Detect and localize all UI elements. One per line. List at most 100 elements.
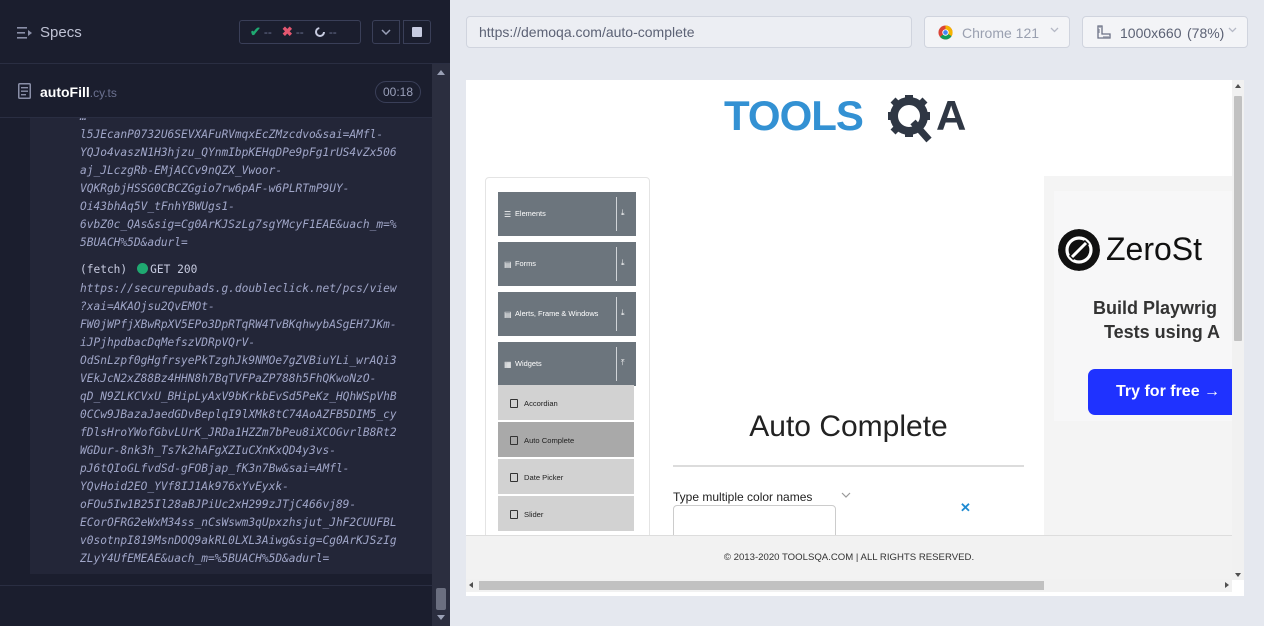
- scroll-thumb[interactable]: [436, 588, 446, 610]
- expand-icon: ⤓: [621, 258, 625, 267]
- aut-panel: https://demoqa.com/auto-complete Chrome …: [450, 0, 1264, 626]
- sidebar-item-label: Date Picker: [524, 473, 564, 482]
- expand-button[interactable]: [372, 20, 400, 44]
- scroll-thumb[interactable]: [479, 581, 1044, 590]
- log-line: OdSnLzpf0gHgfrsyePkTzghJk9NMOe7gZVBiuYLi…: [80, 354, 397, 367]
- expand-icon: ⤓: [621, 308, 625, 317]
- ad-brand: ZeroSt: [1106, 231, 1203, 267]
- toolsqa-logo[interactable]: TOOLS A: [724, 92, 976, 156]
- log-line: fDlsHroYWofGbvLUrK_JRDa1HZZm7bPeu8iXCOGv…: [80, 426, 397, 439]
- failed-stat: ✖ --: [272, 24, 304, 40]
- divider: [616, 347, 617, 381]
- zerostep-logo-icon: [1058, 229, 1100, 271]
- test-duration: 00:18: [375, 81, 422, 103]
- log-line: oFOu5Iw1B25Il28aBJPiUc2xH299zJTjC466vj89…: [80, 498, 357, 511]
- chevron-down-icon: [1050, 27, 1059, 33]
- command-log: … l5JEcanP0732U6SEVXAFuRVmqxEcZMzcdvo&sa…: [30, 118, 432, 574]
- log-line: aj_JLczgRb-EMjACCv9nQZX_Vwoor-: [80, 164, 283, 177]
- multi-color-label: Type multiple color names: [673, 490, 813, 504]
- app-frame: TOOLS A ☰ Elements ⤓ ▤ Forms ⤓ ▤ Alerts,…: [466, 80, 1244, 596]
- frame-vertical-scrollbar[interactable]: [1232, 80, 1244, 580]
- log-line: VEkJcN2xZ88Bz4HHN8h7BqTVFPaZP788h5FhQKwo…: [80, 372, 377, 385]
- reporter-panel: Specs ✔ -- ✖ -- -- autoFill.cy.ts 00:18 …: [0, 0, 450, 626]
- log-line: ?xai=AKAOjsu2QvEMOt-: [80, 300, 215, 313]
- html5-icon: [510, 436, 518, 445]
- log-line: 6vbZ0c_QAs&sig=Cg0ArKJSzLg7sgYMcyF1EAE&u…: [80, 218, 397, 231]
- specs-label[interactable]: Specs: [40, 24, 82, 41]
- sidebar-group-widgets[interactable]: ▦ Widgets ⤒: [498, 342, 636, 386]
- sidebar-group-elements[interactable]: ☰ Elements ⤓: [498, 192, 636, 236]
- log-line: ECorOFRG2eWxM34ss_nCsWswm3qUpxzhsjut_JhF…: [80, 516, 397, 529]
- frame-horizontal-scrollbar[interactable]: [466, 579, 1232, 592]
- group-icon: ☰: [504, 210, 512, 219]
- ad-headline-1: Build Playwrig: [1093, 298, 1218, 318]
- html5-icon: [510, 510, 518, 519]
- sidebar-item-auto-complete[interactable]: Auto Complete: [498, 422, 634, 458]
- viewport-zoom: (78%): [1187, 25, 1225, 41]
- scroll-left-icon[interactable]: [469, 582, 473, 588]
- test-name: autoFill: [40, 84, 90, 100]
- spinner-icon: [314, 27, 325, 37]
- group-icon: ▦: [504, 360, 512, 369]
- log-line: qD_N9ZLKCVxU_BHipLyAxV9bKrkbEvSd5PeKz_HQ…: [80, 390, 397, 403]
- chevron-down-icon: [381, 29, 391, 35]
- title-divider: [673, 465, 1024, 467]
- chrome-icon: [938, 25, 953, 40]
- list-icon[interactable]: [17, 26, 33, 40]
- reporter-header: Specs ✔ -- ✖ -- --: [0, 0, 450, 64]
- viewport-selector[interactable]: 1000x660 (78%): [1082, 16, 1248, 48]
- document-icon: [18, 83, 31, 99]
- scroll-down-icon[interactable]: [1235, 573, 1241, 577]
- pending-stat: --: [304, 25, 337, 39]
- passed-count: --: [263, 25, 272, 39]
- chevron-down-icon: [841, 492, 851, 498]
- ad-banner[interactable]: ZeroSt Build Playwrig Tests using A Try …: [1044, 176, 1244, 536]
- test-title: autoFill.cy.ts: [40, 84, 117, 100]
- scroll-up-icon[interactable]: [1235, 84, 1241, 88]
- scroll-up-icon[interactable]: [437, 70, 445, 75]
- status-dot-icon: [137, 263, 149, 274]
- log-line: ZLyY4UfEMEAE&uach_m=%5BUACH%5D&adurl=: [80, 552, 330, 565]
- fetch-command[interactable]: (fetch) GET 200: [80, 261, 197, 279]
- divider: [616, 297, 617, 331]
- viewport-size: 1000x660: [1120, 25, 1182, 41]
- stop-button[interactable]: [403, 20, 431, 44]
- log-line: l5JEcanP0732U6SEVXAFuRVmqxEcZMzcdvo&sai=…: [80, 128, 384, 141]
- sidebar-group-label: Alerts, Frame & Windows: [515, 309, 599, 318]
- sidebar-group-alerts[interactable]: ▤ Alerts, Frame & Windows ⤓: [498, 292, 636, 336]
- passed-stat: ✔ --: [240, 24, 272, 40]
- log-line: FW0jWPfjXBwRpXV5EPo3DpRTqRW4TvBKqhwybASg…: [80, 318, 397, 331]
- log-line: 5BUACH%5D&adurl=: [80, 236, 188, 249]
- log-line: YQvHoid2EO_YVf8IJ1Ak976xYvEyxk-: [80, 480, 289, 493]
- scroll-right-icon[interactable]: [1225, 582, 1229, 588]
- log-line: Oi43bhAq5V_tFnhYBWUgs1-: [80, 200, 235, 213]
- reporter-scrollbar[interactable]: [432, 64, 450, 626]
- sidebar-item-label: Accordian: [524, 399, 558, 408]
- browser-selector[interactable]: Chrome 121: [924, 16, 1070, 48]
- sidebar: ☰ Elements ⤓ ▤ Forms ⤓ ▤ Alerts, Frame & Window…: [485, 177, 650, 557]
- browser-name: Chrome 121: [962, 25, 1040, 41]
- divider: [616, 197, 617, 231]
- log-line: iJPjhpdbacDqMefszVDRpVQrV-: [80, 336, 256, 349]
- html5-icon: [510, 399, 518, 408]
- scroll-thumb[interactable]: [1234, 96, 1242, 341]
- test-row[interactable]: autoFill.cy.ts 00:18: [0, 76, 432, 118]
- sidebar-item-slider[interactable]: Slider: [498, 496, 634, 532]
- sidebar-group-label: Elements: [515, 209, 546, 218]
- html5-icon: [510, 473, 518, 482]
- failed-count: --: [295, 25, 304, 39]
- log-line: pJ6tQIoGLfvdSd-gFOBjap_fK3n7Bw&sai=AMfl-: [80, 462, 350, 475]
- scroll-down-icon[interactable]: [437, 615, 445, 620]
- ad-cta-button[interactable]: Try for free →: [1088, 369, 1244, 415]
- pending-count: --: [328, 25, 337, 39]
- logo-gear-icon: [888, 95, 932, 143]
- clear-icon[interactable]: ✕: [960, 500, 971, 516]
- ruler-icon: [1097, 25, 1111, 39]
- sidebar-item-accordian[interactable]: Accordian: [498, 385, 634, 421]
- test-stats: ✔ -- ✖ -- --: [239, 20, 361, 44]
- page-title: Auto Complete: [749, 410, 948, 443]
- sidebar-item-date-picker[interactable]: Date Picker: [498, 459, 634, 495]
- sidebar-group-forms[interactable]: ▤ Forms ⤓: [498, 242, 636, 286]
- logo-text-left: TOOLS: [724, 92, 863, 139]
- url-bar[interactable]: https://demoqa.com/auto-complete: [466, 16, 912, 48]
